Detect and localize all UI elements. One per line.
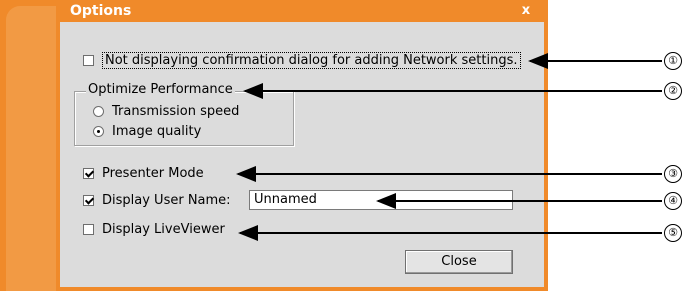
callout-arrows	[236, 53, 662, 241]
callout-3: ③	[664, 165, 682, 183]
callout-1: ①	[664, 52, 682, 70]
callout-4: ④	[664, 192, 682, 210]
callout-5: ⑤	[664, 224, 682, 242]
callout-2: ②	[664, 82, 682, 100]
